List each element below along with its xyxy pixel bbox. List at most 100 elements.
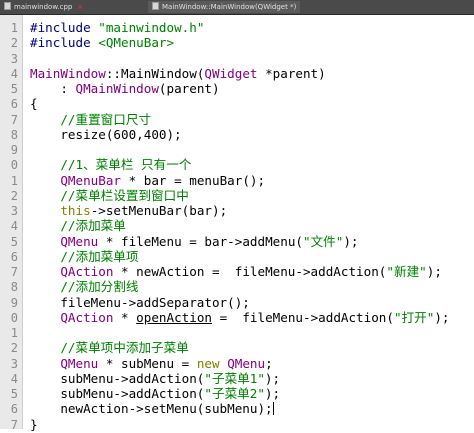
code-line[interactable]: 2 #include <QMenuBar>: [0, 35, 474, 51]
code-token: QMenuBar: [60, 172, 122, 188]
code-line[interactable]: 7}: [0, 417, 474, 433]
code-token: );: [434, 309, 450, 325]
code-text: //添加分割线: [30, 279, 138, 295]
code-line[interactable]: 1 QMenuBar * bar = menuBar();: [0, 173, 474, 189]
line-number: 2: [10, 188, 18, 203]
code-line[interactable]: 6 //添加菜单项: [0, 249, 474, 265]
line-number: 2: [10, 36, 18, 51]
code-line[interactable]: 1 #include "mainwindow.h": [0, 20, 474, 36]
code-token: );: [264, 386, 281, 401]
code-token: QMenu: [60, 233, 99, 249]
code-line[interactable]: 7 QAction * newAction = fileMenu->addAct…: [0, 264, 474, 280]
code-token: );: [264, 370, 281, 386]
code-token: = fileMenu->addAction(: [212, 309, 394, 325]
code-token: * fileMenu = bar->addMenu(: [98, 233, 303, 249]
code-line[interactable]: 4 MainWindow::MainWindow(QWidget *parent): [0, 66, 474, 82]
code-line[interactable]: 8 resize(600,400);: [0, 127, 474, 143]
code-token: );: [343, 233, 359, 249]
code-line[interactable]: 2 //菜单栏设置到窗口中: [0, 188, 474, 204]
code-text: fileMenu->addSeparator();: [30, 295, 250, 311]
line-number: 0: [10, 158, 18, 173]
line-number: 6: [10, 402, 18, 417]
code-token: }: [30, 416, 38, 432]
code-line[interactable]: 5 subMenu->addAction("子菜单2");: [0, 386, 474, 402]
code-line[interactable]: 5 QMenu * fileMenu = bar->addMenu("文件");: [0, 234, 474, 250]
code-token: //1、菜单栏 只有一个: [30, 157, 192, 173]
code-text: //添加菜单项: [30, 249, 138, 265]
line-number: 3: [10, 356, 18, 371]
line-number: 3: [10, 51, 18, 66]
code-token: //添加菜单项: [30, 248, 139, 264]
code-line[interactable]: 1: [0, 325, 474, 341]
code-text: newAction->setMenu(subMenu);: [30, 401, 274, 417]
code-line[interactable]: 6{: [0, 96, 474, 112]
code-token: (parent): [158, 81, 220, 96]
code-text: QAction * newAction = fileMenu->addActio…: [30, 264, 442, 280]
code-token: newAction->setMenu(subMenu);: [30, 401, 273, 417]
code-text: QMenuBar * bar = menuBar();: [30, 173, 265, 189]
code-token: QAction: [60, 309, 114, 325]
code-token: this: [60, 203, 91, 218]
code-token: *parent): [257, 65, 326, 81]
code-editor[interactable]: 1 #include "mainwindow.h" 2 #include <QMenu…: [0, 15, 474, 432]
code-line[interactable]: 3: [0, 51, 474, 67]
code-line[interactable]: 5 : QMainWindow(parent): [0, 81, 474, 97]
code-line[interactable]: 2 //菜单项中添加子菜单: [0, 340, 474, 356]
code-text: }: [30, 417, 38, 433]
line-number: 7: [10, 417, 18, 432]
code-token: "新建": [386, 264, 427, 279]
code-token: subMenu->addAction(: [30, 386, 205, 401]
line-number: 4: [10, 219, 18, 234]
line-number: 6: [10, 97, 18, 112]
tab-label: MainWindow::MainWindow(QWidget *): [162, 3, 297, 11]
code-line[interactable]: 6 newAction->setMenu(subMenu);: [0, 401, 474, 417]
code-text: subMenu->addAction("子菜单2");: [30, 386, 280, 402]
code-token: * subMenu =: [98, 355, 197, 371]
code-line[interactable]: 9 fileMenu->addSeparator();: [0, 295, 474, 311]
code-line[interactable]: 4 subMenu->addAction("子菜单1");: [0, 371, 474, 387]
code-token: ->setMenuBar(bar);: [90, 203, 228, 218]
code-line[interactable]: 7 //重置窗口尺寸: [0, 112, 474, 128]
code-token: * newAction = fileMenu->addAction(: [113, 264, 387, 279]
code-line[interactable]: 9: [0, 142, 474, 158]
tab-function-selector[interactable]: MainWindow::MainWindow(QWidget *): [148, 1, 301, 13]
code-line[interactable]: 4 //添加菜单: [0, 218, 474, 234]
code-token: MainWindow: [30, 65, 106, 81]
code-token: //重置窗口尺寸: [30, 111, 152, 127]
code-token: :: [30, 81, 76, 96]
line-number: 1: [10, 326, 18, 340]
code-token: * bar = menuBar();: [121, 172, 266, 188]
line-number: 4: [10, 371, 18, 386]
line-number: 7: [10, 112, 18, 127]
tab-label: mainwindow.cpp: [14, 3, 73, 11]
code-token: "文件": [302, 233, 344, 249]
code-text: QMenu * fileMenu = bar->addMenu("文件");: [30, 233, 359, 250]
line-number: 7: [10, 265, 18, 279]
file-icon: [4, 2, 11, 10]
code-line[interactable]: 0 //1、菜单栏 只有一个: [0, 157, 474, 173]
code-token: {: [30, 96, 38, 112]
code-text: QMenu * subMenu = new QMenu;: [30, 355, 272, 372]
line-number: 8: [10, 280, 18, 295]
close-icon[interactable]: ×: [77, 1, 83, 13]
line-number: 5: [10, 82, 18, 96]
line-number: 4: [10, 66, 18, 81]
line-number: 5: [10, 234, 18, 249]
code-line[interactable]: 3 this->setMenuBar(bar);: [0, 203, 474, 219]
code-text: #include "mainwindow.h": [30, 20, 204, 36]
code-line[interactable]: 0 QAction * openAction = fileMenu->addAc…: [0, 310, 474, 326]
code-text: this->setMenuBar(bar);: [30, 203, 227, 219]
code-token: resize(600,400);: [30, 126, 182, 142]
line-number: 0: [10, 310, 18, 325]
code-text: {: [30, 96, 38, 112]
tab-mainwindow-cpp[interactable]: mainwindow.cpp ×: [4, 1, 83, 13]
code-line[interactable]: 8 //添加分割线: [0, 279, 474, 295]
code-token: ::MainWindow(: [105, 65, 205, 81]
code-token: QAction: [60, 264, 114, 279]
line-number: 6: [10, 249, 18, 264]
line-number: 1: [10, 21, 18, 35]
code-line[interactable]: 3 QMenu * subMenu = new QMenu;: [0, 356, 474, 372]
code-text: MainWindow::MainWindow(QWidget *parent): [30, 66, 326, 82]
